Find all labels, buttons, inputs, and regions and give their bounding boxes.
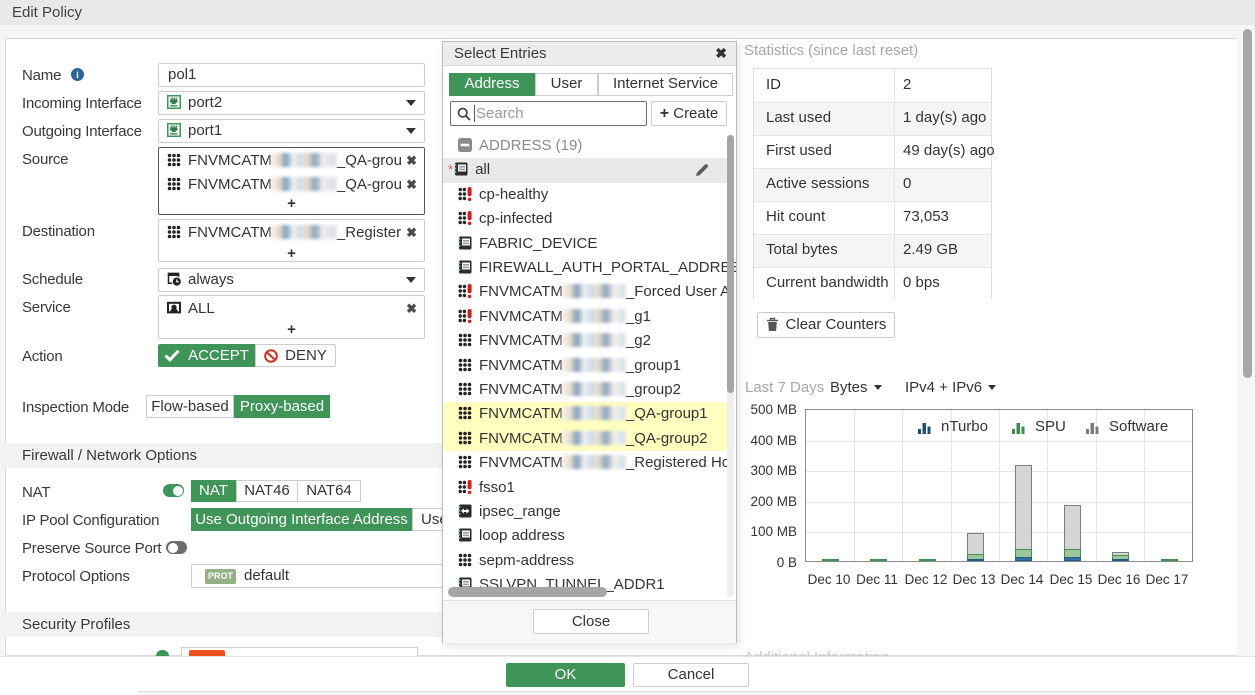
svg-text:i: i bbox=[76, 71, 79, 81]
